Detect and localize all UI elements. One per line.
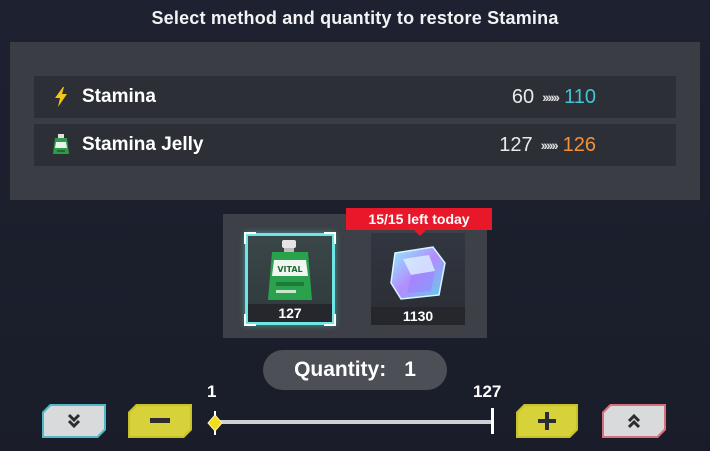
item-frame: 1130 bbox=[371, 233, 465, 325]
stamina-jelly-icon: VITAL bbox=[268, 240, 312, 300]
stamina-jelly-item[interactable]: VITAL 127 bbox=[241, 228, 336, 332]
stamina-jelly-change: 127 ›››››› 126 bbox=[499, 134, 596, 157]
svg-text:VITAL: VITAL bbox=[277, 265, 302, 274]
slider-thumb-icon bbox=[207, 411, 223, 435]
plus-icon bbox=[538, 412, 556, 430]
item-count: 1130 bbox=[371, 307, 465, 325]
arrows: ›››››› bbox=[542, 89, 560, 105]
stamina-label: Stamina bbox=[82, 86, 156, 107]
quantity-label: Quantity: bbox=[294, 358, 387, 381]
daily-limit-badge: 15/15 left today bbox=[346, 208, 492, 236]
slider-max-marker bbox=[491, 408, 494, 434]
stamina-jelly-icon bbox=[50, 134, 72, 156]
stamina-jelly-label: Stamina Jelly bbox=[82, 134, 204, 155]
crystal-icon bbox=[390, 246, 446, 300]
slider-max-label: 127 bbox=[473, 382, 502, 401]
minus-icon bbox=[150, 418, 170, 424]
arrows: ›››››› bbox=[540, 137, 559, 153]
restore-method-selector: VITAL 127 1130 bbox=[223, 214, 487, 338]
quantity-display: Quantity: 1 bbox=[263, 350, 447, 390]
double-chevron-up-icon bbox=[626, 413, 642, 429]
increment-button[interactable] bbox=[516, 404, 578, 438]
slider-min-label: 1 bbox=[207, 382, 217, 401]
double-chevron-down-icon bbox=[66, 413, 82, 429]
dialog-title: Select method and quantity to restore St… bbox=[151, 8, 559, 28]
stamina-old-value: 60 bbox=[511, 85, 535, 108]
quantity-value: 1 bbox=[404, 358, 416, 381]
set-min-button[interactable] bbox=[42, 404, 106, 438]
set-max-button[interactable] bbox=[602, 404, 666, 438]
stamina-jelly-new-value: 126 bbox=[562, 133, 596, 156]
quantity-slider-track[interactable] bbox=[215, 420, 493, 424]
stamina-jelly-old-value: 127 bbox=[499, 133, 533, 156]
stamina-change: 60 ›››››› 110 bbox=[512, 86, 596, 109]
quantity-slider-thumb[interactable] bbox=[206, 411, 224, 435]
stamina-jelly-row: Stamina Jelly 127 ›››››› 126 bbox=[34, 124, 676, 166]
stamina-new-value: 110 bbox=[564, 85, 596, 108]
lightning-icon bbox=[50, 86, 72, 108]
item-count: 127 bbox=[248, 304, 332, 322]
crystal-item[interactable]: 1130 bbox=[371, 228, 465, 332]
item-frame-selected: VITAL 127 bbox=[244, 232, 336, 326]
stamina-row: Stamina 60 ›››››› 110 bbox=[34, 76, 676, 118]
decrement-button[interactable] bbox=[128, 404, 192, 438]
restore-summary-panel: Stamina 60 ›››››› 110 Stamina Jelly 127 … bbox=[10, 42, 700, 200]
